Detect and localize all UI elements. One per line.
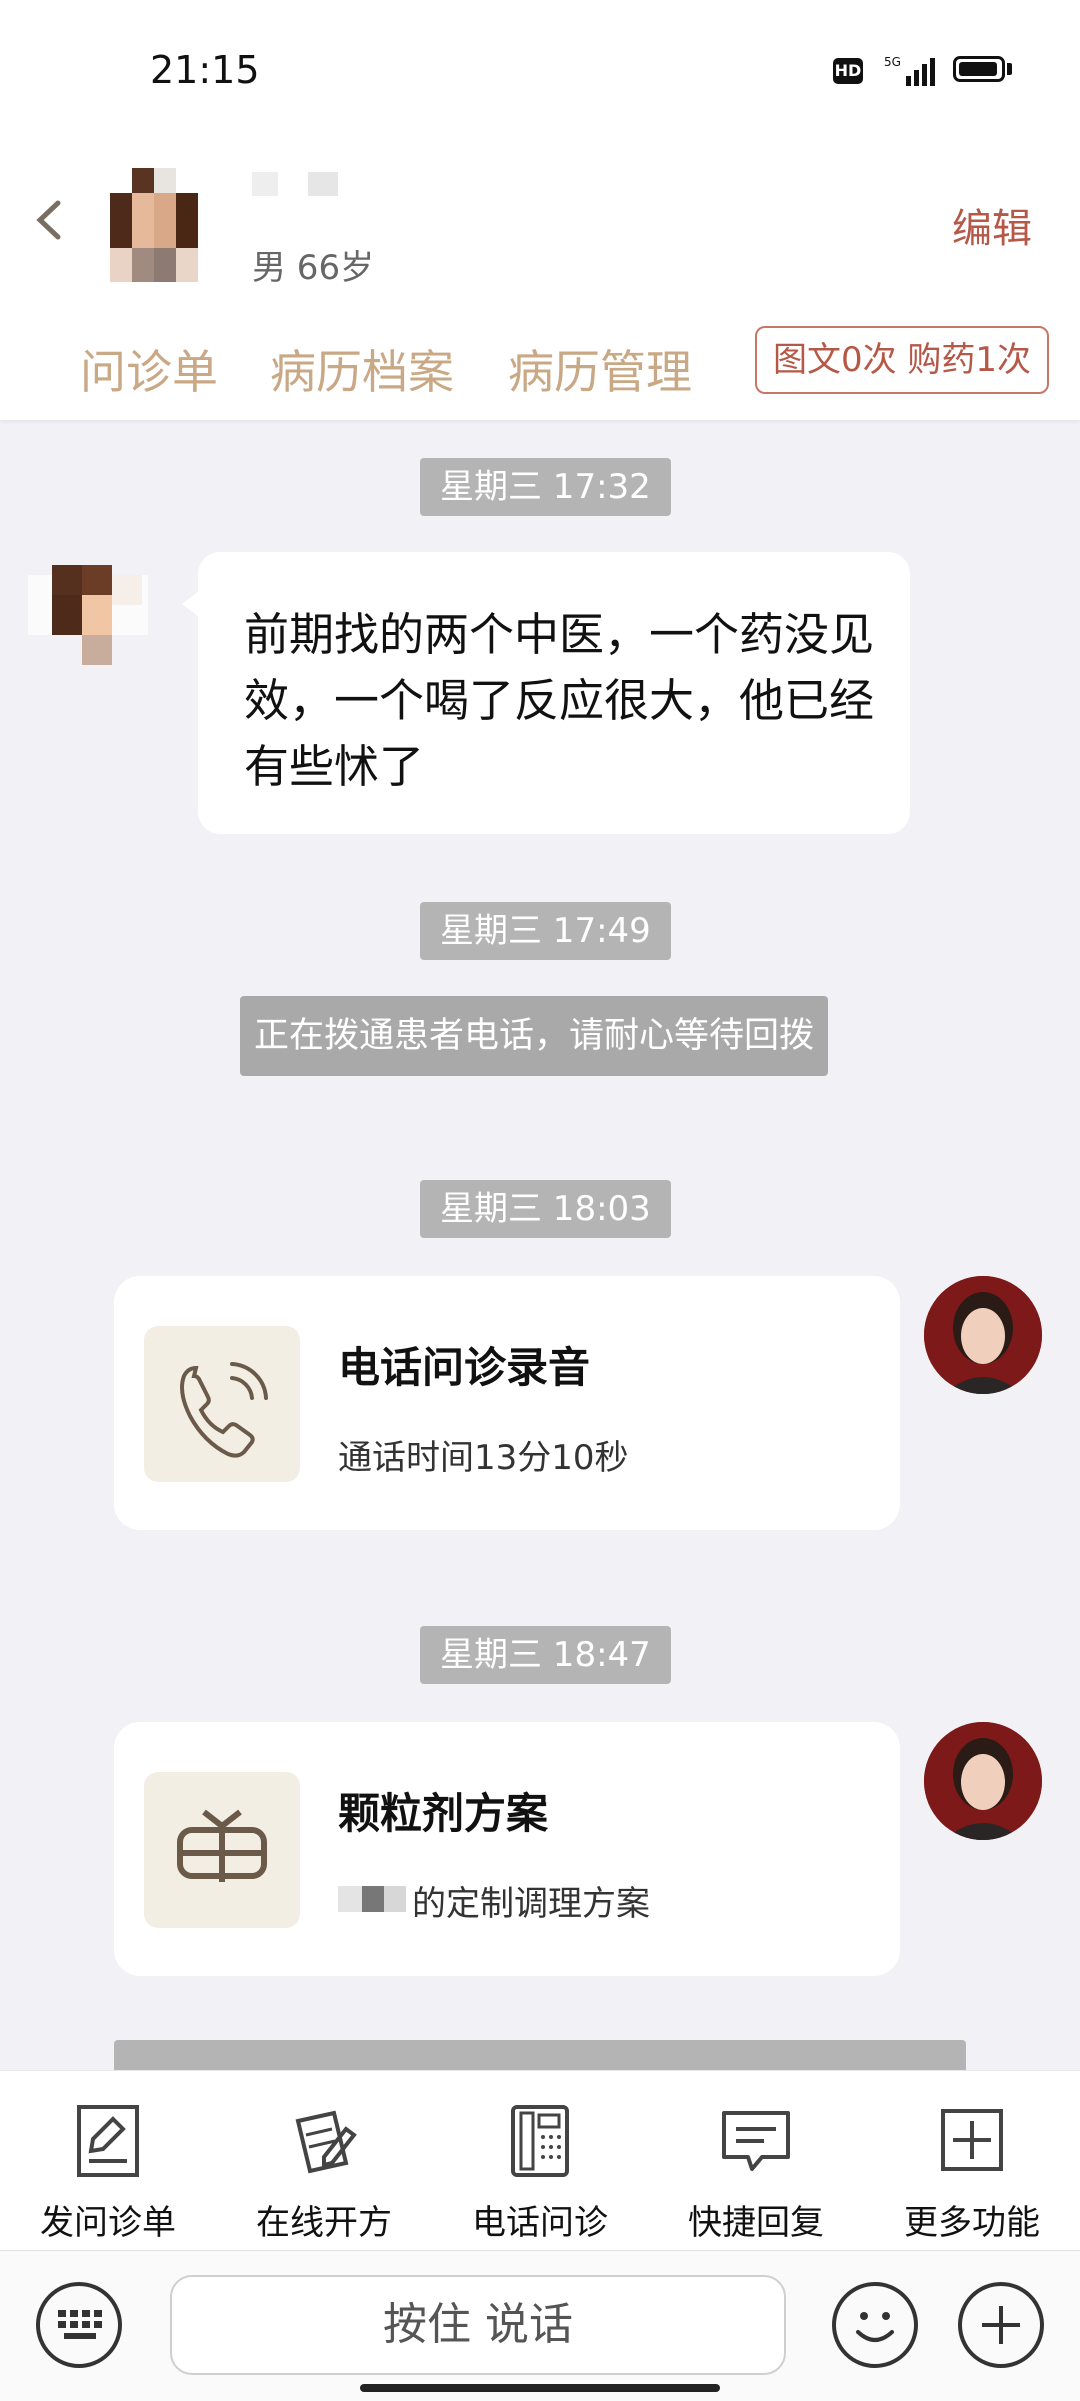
tool-label: 电话问诊 (472, 2203, 608, 2243)
more-icon (941, 2109, 1003, 2171)
doctor-avatar[interactable] (924, 1276, 1042, 1394)
battery-icon (953, 56, 1005, 82)
tool-label: 更多功能 (904, 2203, 1040, 2243)
patient-name-blurred (252, 172, 338, 196)
online-prescription-button[interactable]: 在线开方 (216, 2071, 432, 2251)
signal-icon: 5G (884, 55, 935, 86)
patient-avatar[interactable] (110, 168, 198, 282)
keyboard-toggle-icon[interactable] (36, 2282, 122, 2368)
hd-icon: HD (833, 58, 863, 84)
form-icon (77, 2105, 139, 2177)
quick-reply-button[interactable]: 快捷回复 (648, 2071, 864, 2251)
edit-button[interactable]: 编辑 (952, 196, 1032, 254)
timestamp: 星期三 18:47 (420, 1626, 671, 1684)
timestamp: 星期三 18:03 (420, 1180, 671, 1238)
granule-plan-card[interactable]: 颗粒剂方案 的定制调理方案 (114, 1722, 900, 1976)
call-card-title: 电话问诊录音 (338, 1343, 591, 1392)
granule-card-title: 颗粒剂方案 (338, 1789, 549, 1838)
patient-chat-avatar[interactable] (28, 545, 148, 685)
battery-tip (1007, 63, 1012, 75)
patient-gender-age: 男 66岁 (252, 248, 375, 288)
prescription-icon (295, 2110, 357, 2174)
phone-consult-button[interactable]: 电话问诊 (432, 2071, 648, 2251)
back-arrow-icon[interactable] (30, 195, 70, 245)
doctor-avatar[interactable] (924, 1722, 1042, 1840)
tool-label: 发问诊单 (40, 2203, 176, 2243)
more-functions-button[interactable]: 更多功能 (864, 2071, 1080, 2251)
granule-card-subtitle: 的定制调理方案 (412, 1884, 650, 1924)
svg-text:5G: 5G (884, 55, 901, 69)
quick-reply-icon (722, 2111, 790, 2171)
tool-label: 快捷回复 (688, 2203, 824, 2243)
tab-medical-record[interactable]: 病历档案 (270, 336, 454, 402)
send-consult-form-button[interactable]: 发问诊单 (0, 2071, 216, 2251)
call-card-duration: 通话时间13分10秒 (338, 1438, 629, 1478)
system-notice: 正在拨通患者电话，请耐心等待回拨 (240, 996, 829, 1076)
home-indicator[interactable] (360, 2384, 720, 2392)
call-recording-card[interactable]: 电话问诊录音 通话时间13分10秒 (114, 1276, 900, 1530)
tab-record-management[interactable]: 病历管理 (508, 336, 692, 402)
timestamp: 星期三 17:32 (420, 458, 671, 516)
add-attachment-icon[interactable] (958, 2282, 1044, 2368)
function-toolbar: 发问诊单 在线开方 电话问诊 快捷回复 更多功能 (0, 2070, 1080, 2251)
emoji-icon[interactable] (832, 2282, 918, 2368)
phone-icon (144, 1326, 300, 1482)
hold-to-talk-button[interactable]: 按住 说话 (170, 2275, 786, 2375)
bubble-tail (182, 590, 200, 618)
tool-label: 在线开方 (256, 2203, 392, 2243)
timestamp: 星期三 17:49 (420, 902, 671, 960)
name-redaction (338, 1886, 406, 1912)
tab-consult-form[interactable]: 问诊单 (80, 336, 218, 402)
granule-icon (144, 1772, 300, 1928)
service-count-badge[interactable]: 图文0次 购药1次 (755, 326, 1049, 394)
patient-message-bubble[interactable]: 前期找的两个中医，一个药没见效，一个喝了反应很大，他已经有些怵了 (198, 552, 910, 834)
patient-message-text: 前期找的两个中医，一个药没见效，一个喝了反应很大，他已经有些怵了 (244, 608, 875, 793)
status-time: 21:15 (150, 48, 260, 92)
telephone-icon (511, 2105, 569, 2177)
